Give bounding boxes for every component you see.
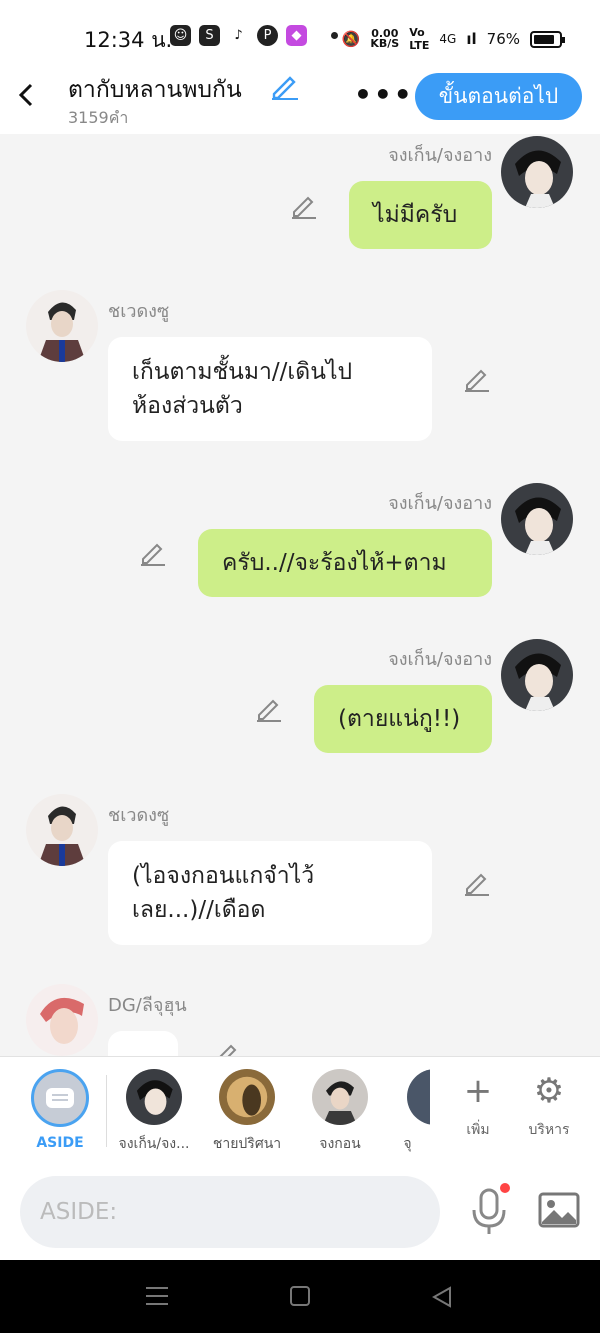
message-text: ห้องส่วนตัว <box>132 393 243 419</box>
speaker-name: ชเวดงซู <box>108 301 170 322</box>
system-nav-bar <box>0 1260 600 1333</box>
status-app-icons: ☺ S ♪ P ◆ <box>170 25 338 46</box>
chat-area[interactable]: จงเก็น/จงอาง ไม่มีครับ ชเวดงซู เก็นตามชั… <box>0 134 600 1056</box>
character-label: จงเก็น/จง... <box>118 1136 190 1152</box>
character-jonggen[interactable]: จงเก็น/จง... <box>106 1069 202 1155</box>
character-label: จุ <box>403 1136 412 1152</box>
message-bubble[interactable]: เก็นตามชั้นมา//เดินไป ห้องส่วนตัว <box>108 337 432 441</box>
pencil-icon <box>465 369 489 392</box>
edit-message-button[interactable] <box>139 541 167 567</box>
signal-bars-icon: ıl <box>466 30 477 48</box>
character-jonggun[interactable]: จงกอน <box>292 1069 388 1155</box>
message-bubble[interactable]: ไม่มีครับ <box>349 181 492 249</box>
pencil-icon <box>141 543 165 566</box>
mic-button[interactable] <box>470 1186 508 1236</box>
message-text: ครับ..//จะร้องไห้+ตาม <box>222 550 447 576</box>
speaker-name: DG/ลีจุฮุน <box>108 995 187 1016</box>
message-input[interactable]: ASIDE: <box>20 1176 440 1248</box>
story-title: ตากับหลานพบกัน <box>68 77 242 103</box>
recent-apps-button[interactable] <box>146 1287 168 1305</box>
message-text: ไม่มีครับ <box>373 202 458 228</box>
character-aside[interactable]: ASIDE <box>12 1069 108 1151</box>
back-button[interactable] <box>16 80 40 110</box>
avatar-choi-dongsoo[interactable] <box>26 794 98 866</box>
pencil-icon <box>465 873 489 896</box>
triangle-back-icon <box>431 1286 451 1308</box>
shopping-bag-icon: S <box>199 25 220 46</box>
avatar-jonggen[interactable] <box>501 136 573 208</box>
plus-icon: + <box>463 1071 493 1111</box>
add-label: เพิ่ม <box>466 1122 490 1138</box>
pencil-icon <box>272 76 298 100</box>
avatar-choi-dongsoo[interactable] <box>26 290 98 362</box>
character-selector: ASIDE จงเก็น/จง... ชายปริศนา จงกอน จุ + … <box>0 1056 600 1164</box>
edit-message-button[interactable] <box>463 367 491 393</box>
character-label: จงกอน <box>319 1136 361 1152</box>
speaker-name: จงเก็น/จงอาง <box>388 145 492 166</box>
image-button[interactable] <box>538 1192 580 1228</box>
tiktok-icon: ♪ <box>228 25 249 46</box>
status-indicators: 🔕 0.00 KB/S Vo LTE 4G ıl 76% <box>341 26 565 52</box>
manage-button[interactable]: ⚙ บริหาร <box>514 1071 584 1141</box>
speaker-name: จงเก็น/จงอาง <box>388 649 492 670</box>
edit-message-button[interactable] <box>255 697 283 723</box>
avatar-lee-joohoon[interactable] <box>26 984 98 1056</box>
message-text: (ไอจงกอนแกจำไว้ <box>132 863 315 889</box>
manage-label: บริหาร <box>528 1122 570 1138</box>
edit-message-button[interactable] <box>290 194 318 220</box>
character-mystery-man[interactable]: ชายปริศนา <box>199 1069 295 1155</box>
pinterest-icon: P <box>257 25 278 46</box>
message-text: เลย...)//เดือด <box>132 897 266 923</box>
nav-back-button[interactable] <box>431 1286 452 1308</box>
pencil-icon <box>219 1044 237 1056</box>
character-label: ชายปริศนา <box>212 1136 282 1152</box>
edit-message-button[interactable] <box>213 1042 241 1056</box>
message-bubble[interactable] <box>108 1031 178 1056</box>
battery-icon <box>530 30 565 48</box>
avatar <box>407 1069 430 1125</box>
message-bubble[interactable]: ครับ..//จะร้องไห้+ตาม <box>198 529 492 597</box>
word-count: 3159คำ <box>68 108 129 127</box>
add-character-button[interactable]: + เพิ่ม <box>443 1071 513 1141</box>
edit-message-button[interactable] <box>463 871 491 897</box>
avatar <box>312 1069 368 1125</box>
message-text: เก็นตามชั้นมา//เดินไป <box>132 359 353 385</box>
mute-bell-icon: 🔕 <box>341 30 361 48</box>
image-icon <box>538 1192 580 1228</box>
signal-4g: 4G <box>439 32 457 46</box>
avatar <box>126 1069 182 1125</box>
notification-dot-icon <box>331 32 338 39</box>
gear-icon: ⚙ <box>533 1071 565 1111</box>
recording-dot-icon <box>500 1183 510 1193</box>
avatar-jonggen[interactable] <box>501 483 573 555</box>
pencil-icon <box>292 196 316 219</box>
status-time: 12:34 น. <box>84 28 173 52</box>
message-text: (ตายแน่กู!!) <box>338 706 461 732</box>
pencil-icon <box>257 699 281 722</box>
next-step-button[interactable]: ขั้นตอนต่อไป <box>415 73 582 120</box>
ghost-app-icon: ☺ <box>170 25 191 46</box>
chevron-left-icon <box>18 83 33 107</box>
avatar-jonggen[interactable] <box>501 639 573 711</box>
input-bar: ASIDE: <box>0 1164 600 1260</box>
volte-icon: Vo LTE <box>409 26 430 52</box>
network-speed: 0.00 KB/S <box>370 27 400 50</box>
home-button[interactable] <box>290 1286 310 1306</box>
mic-icon <box>472 1188 506 1234</box>
message-bubble[interactable]: (ตายแน่กู!!) <box>314 685 492 753</box>
character-partial[interactable]: จุ <box>385 1069 430 1155</box>
battery-percent: 76% <box>486 30 520 48</box>
more-options-button[interactable]: ••• <box>354 78 414 111</box>
message-bubble[interactable]: (ไอจงกอนแกจำไว้ เลย...)//เดือด <box>108 841 432 945</box>
edit-title-button[interactable] <box>270 72 300 100</box>
chat-header: ตากับหลานพบกัน 3159คำ ••• ขั้นตอนต่อไป <box>0 60 600 134</box>
speaker-name: จงเก็น/จงอาง <box>388 493 492 514</box>
color-app-icon: ◆ <box>286 25 307 46</box>
character-label: ASIDE <box>36 1135 84 1151</box>
aside-icon <box>31 1069 89 1127</box>
avatar <box>219 1069 275 1125</box>
speaker-name: ชเวดงซู <box>108 805 170 826</box>
